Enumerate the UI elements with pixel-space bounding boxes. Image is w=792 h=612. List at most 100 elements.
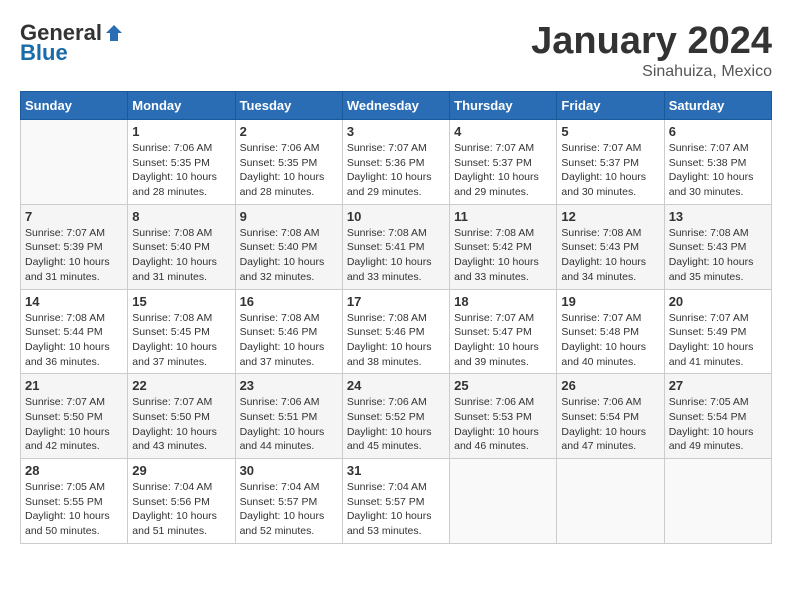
day-detail: Sunrise: 7:04 AMSunset: 5:56 PMDaylight:…	[132, 480, 230, 539]
calendar-day-cell	[557, 459, 664, 544]
calendar-day-cell: 23 Sunrise: 7:06 AMSunset: 5:51 PMDayligh…	[235, 374, 342, 459]
day-detail: Sunrise: 7:06 AMSunset: 5:52 PMDaylight:…	[347, 395, 445, 454]
column-header-wednesday: Wednesday	[342, 92, 449, 120]
day-number: 4	[454, 124, 552, 139]
day-detail: Sunrise: 7:05 AMSunset: 5:54 PMDaylight:…	[669, 395, 767, 454]
logo: General Blue	[20, 20, 124, 66]
calendar-table: SundayMondayTuesdayWednesdayThursdayFrid…	[20, 91, 772, 544]
calendar-day-cell: 16Sunrise: 7:08 AMSunset: 5:46 PMDayligh…	[235, 289, 342, 374]
day-number: 13	[669, 209, 767, 224]
calendar-day-cell: 1 Sunrise: 7:06 AMSunset: 5:35 PMDaylight…	[128, 120, 235, 205]
calendar-day-cell: 22Sunrise: 7:07 AMSunset: 5:50 PMDayligh…	[128, 374, 235, 459]
day-detail: Sunrise: 7:06 AMSunset: 5:35 PMDaylight:…	[240, 141, 338, 200]
day-number: 19	[561, 294, 659, 309]
day-number: 25	[454, 378, 552, 393]
location-subtitle: Sinahuiza, Mexico	[531, 63, 772, 81]
calendar-day-cell: 25 Sunrise: 7:06 AMSunset: 5:53 PMDayligh…	[450, 374, 557, 459]
day-detail: Sunrise: 7:08 AMSunset: 5:45 PMDaylight:…	[132, 311, 230, 370]
day-detail: Sunrise: 7:07 AMSunset: 5:50 PMDaylight:…	[132, 395, 230, 454]
column-header-friday: Friday	[557, 92, 664, 120]
day-detail: Sunrise: 7:08 AMSunset: 5:40 PMDaylight:…	[132, 226, 230, 285]
logo-icon	[104, 23, 124, 43]
day-number: 9	[240, 209, 338, 224]
calendar-day-cell: 21 Sunrise: 7:07 AMSunset: 5:50 PMDayligh…	[21, 374, 128, 459]
calendar-week-row: 1 Sunrise: 7:06 AMSunset: 5:35 PMDaylight…	[21, 120, 772, 205]
calendar-day-cell: 30 Sunrise: 7:04 AMSunset: 5:57 PMDayligh…	[235, 459, 342, 544]
column-header-monday: Monday	[128, 92, 235, 120]
day-number: 8	[132, 209, 230, 224]
calendar-day-cell	[21, 120, 128, 205]
day-detail: Sunrise: 7:08 AMSunset: 5:44 PMDaylight:…	[25, 311, 123, 370]
title-section: January 2024 Sinahuiza, Mexico	[531, 20, 772, 81]
day-detail: Sunrise: 7:05 AMSunset: 5:55 PMDaylight:…	[25, 480, 123, 539]
column-header-tuesday: Tuesday	[235, 92, 342, 120]
day-number: 17	[347, 294, 445, 309]
calendar-day-cell: 8 Sunrise: 7:08 AMSunset: 5:40 PMDaylight…	[128, 204, 235, 289]
day-detail: Sunrise: 7:08 AMSunset: 5:40 PMDaylight:…	[240, 226, 338, 285]
month-year-title: January 2024	[531, 20, 772, 63]
column-header-sunday: Sunday	[21, 92, 128, 120]
calendar-week-row: 7 Sunrise: 7:07 AMSunset: 5:39 PMDaylight…	[21, 204, 772, 289]
day-detail: Sunrise: 7:07 AMSunset: 5:36 PMDaylight:…	[347, 141, 445, 200]
day-number: 30	[240, 463, 338, 478]
calendar-header-row: SundayMondayTuesdayWednesdayThursdayFrid…	[21, 92, 772, 120]
page-header: General Blue January 2024 Sinahuiza, Mex…	[20, 20, 772, 81]
day-detail: Sunrise: 7:07 AMSunset: 5:48 PMDaylight:…	[561, 311, 659, 370]
day-number: 1	[132, 124, 230, 139]
calendar-day-cell	[450, 459, 557, 544]
day-number: 18	[454, 294, 552, 309]
day-number: 28	[25, 463, 123, 478]
day-number: 20	[669, 294, 767, 309]
day-detail: Sunrise: 7:08 AMSunset: 5:41 PMDaylight:…	[347, 226, 445, 285]
calendar-day-cell: 15 Sunrise: 7:08 AMSunset: 5:45 PMDayligh…	[128, 289, 235, 374]
calendar-day-cell: 28 Sunrise: 7:05 AMSunset: 5:55 PMDayligh…	[21, 459, 128, 544]
column-header-saturday: Saturday	[664, 92, 771, 120]
day-number: 23	[240, 378, 338, 393]
day-detail: Sunrise: 7:07 AMSunset: 5:50 PMDaylight:…	[25, 395, 123, 454]
day-detail: Sunrise: 7:07 AMSunset: 5:47 PMDaylight:…	[454, 311, 552, 370]
day-detail: Sunrise: 7:06 AMSunset: 5:51 PMDaylight:…	[240, 395, 338, 454]
calendar-day-cell: 20 Sunrise: 7:07 AMSunset: 5:49 PMDayligh…	[664, 289, 771, 374]
day-detail: Sunrise: 7:07 AMSunset: 5:37 PMDaylight:…	[454, 141, 552, 200]
day-detail: Sunrise: 7:06 AMSunset: 5:54 PMDaylight:…	[561, 395, 659, 454]
day-number: 14	[25, 294, 123, 309]
calendar-day-cell: 9 Sunrise: 7:08 AMSunset: 5:40 PMDaylight…	[235, 204, 342, 289]
calendar-day-cell: 31Sunrise: 7:04 AMSunset: 5:57 PMDayligh…	[342, 459, 449, 544]
day-number: 27	[669, 378, 767, 393]
day-detail: Sunrise: 7:07 AMSunset: 5:39 PMDaylight:…	[25, 226, 123, 285]
calendar-day-cell: 13Sunrise: 7:08 AMSunset: 5:43 PMDayligh…	[664, 204, 771, 289]
day-number: 2	[240, 124, 338, 139]
day-detail: Sunrise: 7:06 AMSunset: 5:53 PMDaylight:…	[454, 395, 552, 454]
calendar-day-cell: 18 Sunrise: 7:07 AMSunset: 5:47 PMDayligh…	[450, 289, 557, 374]
day-detail: Sunrise: 7:06 AMSunset: 5:35 PMDaylight:…	[132, 141, 230, 200]
day-detail: Sunrise: 7:07 AMSunset: 5:38 PMDaylight:…	[669, 141, 767, 200]
day-number: 24	[347, 378, 445, 393]
day-number: 7	[25, 209, 123, 224]
calendar-day-cell: 17 Sunrise: 7:08 AMSunset: 5:46 PMDayligh…	[342, 289, 449, 374]
calendar-day-cell: 12 Sunrise: 7:08 AMSunset: 5:43 PMDayligh…	[557, 204, 664, 289]
day-number: 11	[454, 209, 552, 224]
calendar-day-cell: 6Sunrise: 7:07 AMSunset: 5:38 PMDaylight…	[664, 120, 771, 205]
calendar-day-cell: 5Sunrise: 7:07 AMSunset: 5:37 PMDaylight…	[557, 120, 664, 205]
column-header-thursday: Thursday	[450, 92, 557, 120]
logo-blue-text: Blue	[20, 40, 68, 66]
calendar-week-row: 14 Sunrise: 7:08 AMSunset: 5:44 PMDayligh…	[21, 289, 772, 374]
day-detail: Sunrise: 7:04 AMSunset: 5:57 PMDaylight:…	[347, 480, 445, 539]
day-detail: Sunrise: 7:08 AMSunset: 5:42 PMDaylight:…	[454, 226, 552, 285]
calendar-day-cell: 3Sunrise: 7:07 AMSunset: 5:36 PMDaylight…	[342, 120, 449, 205]
day-number: 15	[132, 294, 230, 309]
day-number: 12	[561, 209, 659, 224]
calendar-day-cell: 14 Sunrise: 7:08 AMSunset: 5:44 PMDayligh…	[21, 289, 128, 374]
day-detail: Sunrise: 7:08 AMSunset: 5:46 PMDaylight:…	[347, 311, 445, 370]
calendar-day-cell: 10 Sunrise: 7:08 AMSunset: 5:41 PMDayligh…	[342, 204, 449, 289]
calendar-day-cell: 4 Sunrise: 7:07 AMSunset: 5:37 PMDaylight…	[450, 120, 557, 205]
day-number: 10	[347, 209, 445, 224]
calendar-day-cell: 2 Sunrise: 7:06 AMSunset: 5:35 PMDaylight…	[235, 120, 342, 205]
day-detail: Sunrise: 7:08 AMSunset: 5:46 PMDaylight:…	[240, 311, 338, 370]
day-detail: Sunrise: 7:04 AMSunset: 5:57 PMDaylight:…	[240, 480, 338, 539]
calendar-day-cell: 7 Sunrise: 7:07 AMSunset: 5:39 PMDaylight…	[21, 204, 128, 289]
day-detail: Sunrise: 7:08 AMSunset: 5:43 PMDaylight:…	[561, 226, 659, 285]
day-number: 21	[25, 378, 123, 393]
day-number: 26	[561, 378, 659, 393]
day-detail: Sunrise: 7:07 AMSunset: 5:49 PMDaylight:…	[669, 311, 767, 370]
